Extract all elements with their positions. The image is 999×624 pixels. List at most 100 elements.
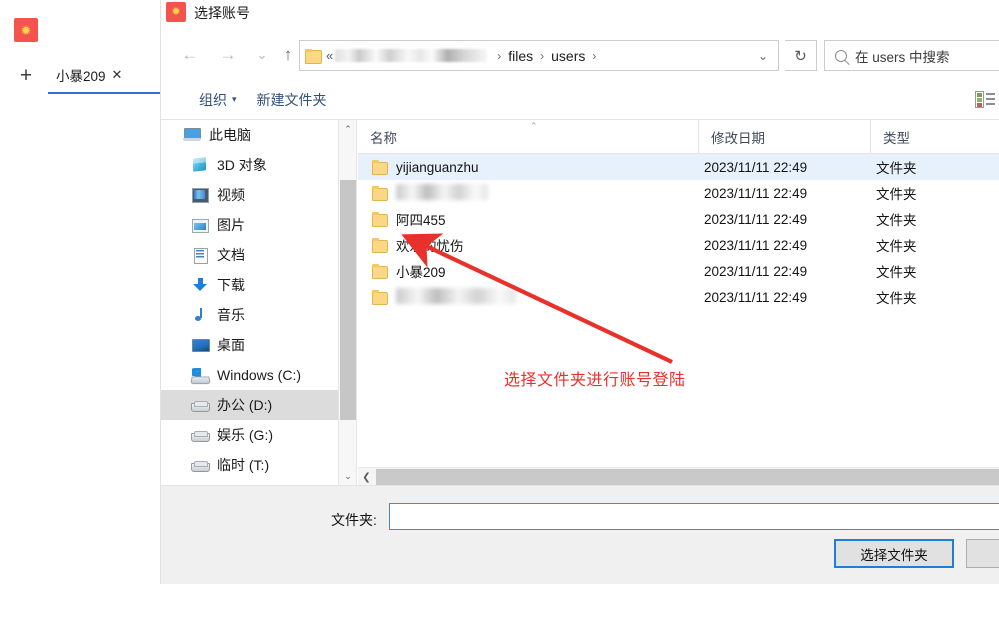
refresh-icon[interactable]: ↻: [785, 40, 817, 71]
videos-icon: [191, 187, 209, 203]
drive-icon: [191, 397, 210, 413]
sidebar-item-label: 音乐: [217, 307, 245, 323]
navigation-bar: ← → ⌄ ↑ « › files › users › ⌄ ↻ 在 users …: [161, 32, 999, 80]
view-icon-square: [976, 102, 982, 107]
sidebar-item[interactable]: 文档: [161, 240, 338, 270]
sidebar-item[interactable]: 下载: [161, 270, 338, 300]
sort-ascending-icon: ⌃: [530, 121, 538, 131]
file-type-cell: 文件夹: [876, 239, 917, 254]
column-header-date[interactable]: 修改日期: [698, 120, 870, 153]
sidebar-item-label: 视频: [217, 187, 245, 203]
command-toolbar: 组织 ▾ 新建文件夹: [161, 80, 999, 120]
sidebar-item[interactable]: 图片: [161, 210, 338, 240]
details-view-icon[interactable]: [975, 91, 995, 108]
table-row[interactable]: 欢乐的忧伤 2023/11/11 22:49 文件夹: [358, 232, 999, 258]
redacted-folder-name: [396, 288, 516, 304]
documents-icon: [191, 247, 209, 264]
browser-tab[interactable]: 小暴209 ✕: [48, 58, 160, 94]
sidebar-item-label: 此电脑: [209, 127, 251, 143]
forward-icon[interactable]: →: [213, 40, 243, 70]
folder-name-input[interactable]: [389, 503, 999, 530]
dialog-app-glyph: ✹: [171, 5, 181, 18]
view-icon-line: [986, 98, 995, 100]
file-date-cell: 2023/11/11 22:49: [704, 289, 808, 305]
table-row[interactable]: 小暴209 2023/11/11 22:49 文件夹: [358, 258, 999, 284]
view-icon-line: [986, 103, 995, 105]
organize-button[interactable]: 组织 ▾: [189, 90, 247, 110]
file-date-cell: 2023/11/11 22:49: [704, 263, 808, 279]
scroll-left-icon[interactable]: ❮: [358, 468, 375, 486]
view-icon-line: [986, 93, 995, 95]
scroll-up-icon[interactable]: ⌃: [339, 120, 357, 138]
sidebar-item[interactable]: 桌面: [161, 330, 338, 360]
breadcrumb-separator: ›: [540, 48, 545, 63]
sidebar-item-label: Windows (C:): [217, 367, 302, 383]
breadcrumb[interactable]: « › files › users › ⌄: [299, 40, 779, 71]
new-folder-button[interactable]: 新建文件夹: [247, 90, 337, 110]
search-input[interactable]: 在 users 中搜索: [824, 40, 999, 71]
breadcrumb-ellipsis[interactable]: «: [326, 48, 333, 63]
breadcrumb-separator: ›: [592, 48, 597, 63]
sidebar-item-label: 娱乐 (G:): [217, 427, 273, 443]
file-name-cell: 小暴209: [396, 265, 446, 280]
sidebar-scrollbar[interactable]: ⌃ ⌄: [339, 120, 357, 485]
search-icon: [835, 49, 847, 62]
file-type-cell: 文件夹: [876, 161, 917, 176]
organize-label: 组织: [199, 91, 227, 108]
file-type-cell: 文件夹: [876, 213, 917, 228]
breadcrumb-item-files[interactable]: files: [508, 48, 533, 64]
sidebar-item-label: 下载: [217, 277, 245, 293]
desktop-icon: [191, 337, 210, 353]
search-placeholder: 在 users 中搜索: [855, 49, 950, 65]
file-name-cell: 阿四455: [396, 213, 446, 228]
file-date-cell: 2023/11/11 22:49: [704, 211, 808, 227]
chevron-down-icon[interactable]: ⌄: [750, 41, 776, 70]
file-list-horizontal-scrollbar[interactable]: ❮: [358, 467, 999, 485]
sidebar-item[interactable]: 娱乐 (G:): [161, 420, 338, 450]
sidebar-item-label: 临时 (T:): [217, 457, 270, 473]
sidebar-scrollbar-thumb[interactable]: [340, 180, 356, 420]
sidebar-item-label: 图片: [217, 217, 245, 233]
sidebar-item[interactable]: 临时 (T:): [161, 450, 338, 480]
table-row[interactable]: 2023/11/11 22:49 文件夹: [358, 284, 999, 310]
file-date-cell: 2023/11/11 22:49: [704, 185, 808, 201]
folder-icon: [305, 49, 322, 64]
browser-tab-label: 小暴209: [56, 69, 106, 84]
cancel-button[interactable]: [966, 539, 999, 568]
select-folder-button[interactable]: 选择文件夹: [834, 539, 954, 568]
navigation-pane: 此电脑 3D 对象视频图片文档下载音乐桌面 Windows (C:) 办公 (D:) 娱…: [161, 120, 339, 485]
table-row[interactable]: 阿四455 2023/11/11 22:49 文件夹: [358, 206, 999, 232]
redacted-folder-name: [396, 184, 488, 200]
table-row[interactable]: 2023/11/11 22:49 文件夹: [358, 180, 999, 206]
new-tab-button[interactable]: +: [10, 60, 42, 92]
sidebar-item-label: 办公 (D:): [217, 397, 273, 413]
scroll-down-icon[interactable]: ⌄: [339, 467, 357, 485]
horizontal-scrollbar-thumb[interactable]: [376, 469, 999, 485]
folder-icon: [372, 238, 388, 253]
sidebar-item[interactable]: Windows (C:): [161, 360, 338, 390]
downloads-icon: [191, 277, 209, 293]
sidebar-item[interactable]: 音乐: [161, 300, 338, 330]
drive-icon: [191, 457, 210, 473]
breadcrumb-item-users[interactable]: users: [551, 48, 585, 64]
app-logo-glyph: ✹: [20, 22, 32, 38]
sidebar-item[interactable]: 3D 对象: [161, 150, 338, 180]
sidebar-item[interactable]: 此电脑: [161, 120, 338, 150]
column-header-name[interactable]: 名称 ⌃: [358, 120, 698, 153]
sidebar-item-label: 3D 对象: [217, 157, 267, 173]
dialog-app-icon: ✹: [166, 2, 186, 22]
file-name-cell: yijianguanzhu: [396, 159, 479, 175]
app-logo-icon: ✹: [14, 18, 38, 42]
computer-icon: [183, 127, 201, 143]
breadcrumb-redacted-path: [335, 49, 488, 62]
file-date-cell: 2023/11/11 22:49: [704, 237, 808, 253]
column-header-type[interactable]: 类型: [870, 120, 999, 153]
view-icon-square: [976, 92, 982, 97]
folder-field-label: 文件夹:: [331, 512, 377, 528]
screenshot-root: ✹ + 小暴209 ✕ ✹ 选择账号 ← → ⌄ ↑ « › files › u…: [0, 0, 999, 624]
close-icon[interactable]: ✕: [112, 67, 123, 83]
back-icon[interactable]: ←: [175, 40, 205, 70]
sidebar-item[interactable]: 视频: [161, 180, 338, 210]
table-row[interactable]: yijianguanzhu 2023/11/11 22:49 文件夹: [358, 154, 999, 180]
sidebar-item[interactable]: 办公 (D:): [161, 390, 338, 420]
